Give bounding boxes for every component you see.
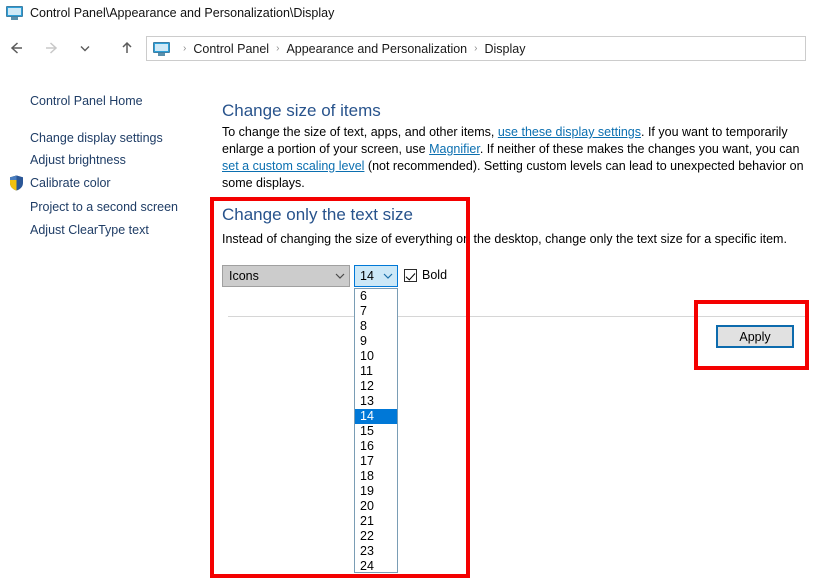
apply-button[interactable]: Apply	[716, 325, 794, 348]
font-size-option[interactable]: 10	[355, 349, 397, 364]
sidebar: Control Panel Home Change display settin…	[0, 70, 210, 586]
sidebar-item-adjust-cleartype-text[interactable]: Adjust ClearType text	[30, 223, 149, 237]
font-size-option[interactable]: 15	[355, 424, 397, 439]
font-size-option[interactable]: 23	[355, 544, 397, 559]
text-size-section-description: Instead of changing the size of everythi…	[222, 232, 787, 246]
font-size-select-value: 14	[360, 269, 374, 283]
font-size-option[interactable]: 11	[355, 364, 397, 379]
monitor-icon	[153, 41, 170, 56]
sidebar-item-calibrate-color[interactable]: Calibrate color	[30, 176, 111, 190]
link-use-these-display-settings[interactable]: use these display settings	[498, 125, 641, 139]
sidebar-item-change-display-settings[interactable]: Change display settings	[30, 131, 163, 145]
sidebar-item-control-panel-home[interactable]: Control Panel Home	[30, 94, 143, 108]
sidebar-item-project-second-screen[interactable]: Project to a second screen	[30, 200, 178, 214]
link-set-custom-scaling-level[interactable]: set a custom scaling level	[222, 159, 364, 173]
display-description: To change the size of text, apps, and ot…	[222, 124, 810, 192]
font-size-option[interactable]: 17	[355, 454, 397, 469]
forward-arrow-icon[interactable]	[34, 31, 68, 65]
font-size-option[interactable]: 9	[355, 334, 397, 349]
back-arrow-icon[interactable]	[0, 31, 34, 65]
font-size-option[interactable]: 6	[355, 289, 397, 304]
sidebar-item-adjust-brightness[interactable]: Adjust brightness	[30, 153, 126, 167]
font-size-option[interactable]: 18	[355, 469, 397, 484]
page-title: Change size of items	[222, 101, 381, 120]
horizontal-divider	[228, 316, 806, 317]
breadcrumb-separator: ›	[474, 42, 478, 54]
breadcrumb-item-appearance[interactable]: Appearance and Personalization	[286, 42, 467, 56]
desc-text-part3: . If neither of these makes the changes …	[479, 142, 800, 156]
bold-checkbox-label: Bold	[422, 268, 448, 282]
up-arrow-icon[interactable]	[110, 31, 144, 65]
breadcrumb-separator: ›	[183, 42, 187, 54]
font-size-option[interactable]: 24	[355, 559, 397, 572]
uac-shield-icon	[9, 175, 24, 191]
breadcrumb-separator: ›	[276, 42, 280, 54]
font-size-option[interactable]: 22	[355, 529, 397, 544]
font-size-option[interactable]: 20	[355, 499, 397, 514]
text-size-section-title: Change only the text size	[222, 205, 413, 224]
monitor-icon	[6, 6, 23, 20]
font-size-option[interactable]: 7	[355, 304, 397, 319]
breadcrumb[interactable]: › Control Panel › Appearance and Persona…	[146, 36, 806, 61]
bold-checkbox[interactable]	[404, 268, 417, 282]
item-select-value: Icons	[229, 269, 259, 283]
font-size-option[interactable]: 16	[355, 439, 397, 454]
font-size-option[interactable]: 13	[355, 394, 397, 409]
breadcrumb-item-display[interactable]: Display	[484, 42, 525, 56]
desc-text-part1: To change the size of text, apps, and ot…	[222, 125, 498, 139]
item-select[interactable]: Icons	[222, 265, 350, 287]
font-size-option[interactable]: 14	[355, 409, 397, 424]
font-size-select[interactable]: 14	[354, 265, 398, 287]
window-title-bar: Control Panel\Appearance and Personaliza…	[0, 0, 813, 26]
font-size-option[interactable]: 8	[355, 319, 397, 334]
breadcrumb-item-control-panel[interactable]: Control Panel	[193, 42, 269, 56]
font-size-option[interactable]: 12	[355, 379, 397, 394]
window-title: Control Panel\Appearance and Personaliza…	[30, 6, 335, 20]
chevron-down-icon	[379, 271, 397, 281]
font-size-dropdown-list[interactable]: 6 7 8 9 10 11 12 13 14 15 16 17 18 19 20 21 22 23 24	[354, 288, 398, 573]
link-magnifier[interactable]: Magnifier	[429, 142, 480, 156]
font-size-option[interactable]: 19	[355, 484, 397, 499]
chevron-down-icon[interactable]	[68, 31, 102, 65]
bold-checkbox-group[interactable]: Bold	[404, 268, 447, 282]
chevron-down-icon	[331, 271, 349, 281]
text-size-panel-highlight	[210, 197, 470, 578]
font-size-option[interactable]: 21	[355, 514, 397, 529]
